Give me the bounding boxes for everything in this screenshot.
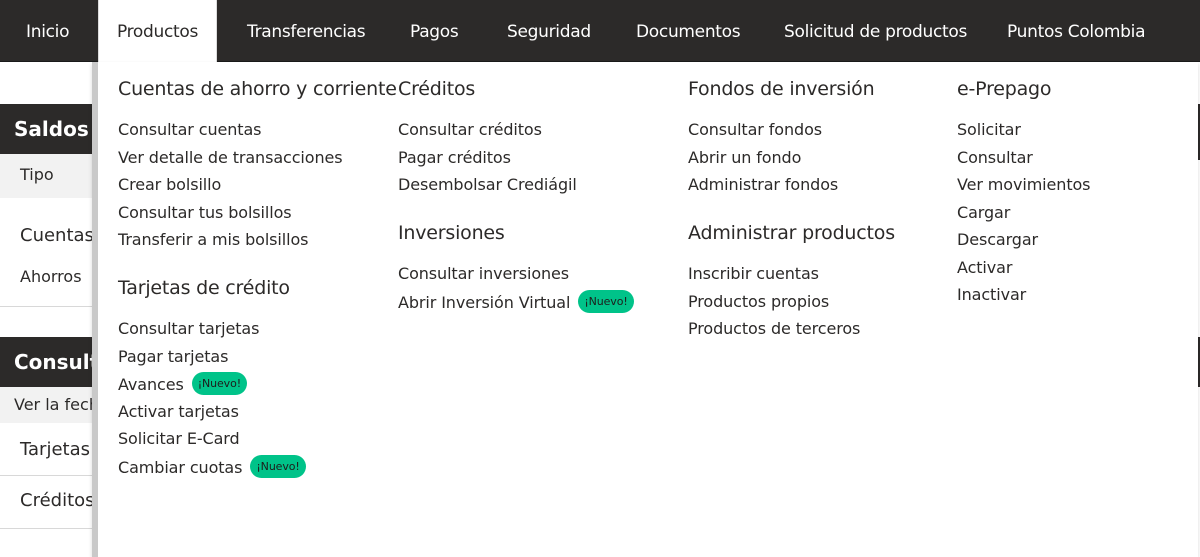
link-desembolsar-crediagil[interactable]: Desembolsar Crediágil — [398, 175, 577, 194]
nav-item-inicio[interactable]: Inicio — [26, 0, 69, 62]
tipo-column-header: Tipo — [20, 165, 54, 184]
nav-item-transferencias[interactable]: Transferencias — [247, 0, 366, 62]
link-ver-detalle-transacciones[interactable]: Ver detalle de transacciones — [118, 148, 343, 167]
link-consultar[interactable]: Consultar — [957, 148, 1033, 167]
fondos-heading: Fondos de inversión — [688, 78, 875, 100]
productos-dropdown-menu: Cuentas de ahorro y corriente Consultar … — [92, 62, 1198, 557]
link-abrir-fondo[interactable]: Abrir un fondo — [688, 148, 801, 167]
link-abrir-inversion-virtual-label: Abrir Inversión Virtual — [398, 293, 571, 312]
link-inscribir-cuentas[interactable]: Inscribir cuentas — [688, 264, 819, 283]
nuevo-badge: ¡Nuevo! — [250, 455, 306, 478]
cuentas-row-label: Cuentas — [20, 225, 94, 246]
cuentas-heading: Cuentas de ahorro y corriente — [118, 78, 397, 100]
link-ver-movimientos[interactable]: Ver movimientos — [957, 175, 1091, 194]
divider — [0, 528, 95, 529]
link-descargar[interactable]: Descargar — [957, 230, 1038, 249]
nuevo-badge: ¡Nuevo! — [578, 290, 634, 313]
link-avances-label: Avances — [118, 375, 184, 394]
link-cargar[interactable]: Cargar — [957, 203, 1010, 222]
tarjetas-row-label[interactable]: Tarjetas — [20, 439, 90, 460]
nav-item-seguridad[interactable]: Seguridad — [507, 0, 591, 62]
link-consultar-inversiones[interactable]: Consultar inversiones — [398, 264, 569, 283]
nav-item-solicitud-productos[interactable]: Solicitud de productos — [784, 0, 967, 62]
creditos-row-label[interactable]: Créditos — [20, 490, 95, 511]
link-consultar-bolsillos[interactable]: Consultar tus bolsillos — [118, 203, 292, 222]
link-cambiar-cuotas[interactable]: Cambiar cuotas ¡Nuevo! — [118, 455, 306, 480]
tarjetas-heading: Tarjetas de crédito — [118, 277, 290, 299]
creditos-heading: Créditos — [398, 78, 476, 100]
link-transferir-bolsillos[interactable]: Transferir a mis bolsillos — [118, 230, 308, 249]
link-consultar-fondos[interactable]: Consultar fondos — [688, 120, 822, 139]
consulta-section-title: Consulta — [0, 337, 113, 387]
link-solicitar[interactable]: Solicitar — [957, 120, 1021, 139]
link-pagar-creditos[interactable]: Pagar créditos — [398, 148, 511, 167]
link-activar[interactable]: Activar — [957, 258, 1012, 277]
nuevo-badge: ¡Nuevo! — [191, 372, 248, 395]
divider — [0, 475, 95, 476]
ahorros-row-label: Ahorros — [20, 267, 82, 286]
nav-item-documentos[interactable]: Documentos — [636, 0, 741, 62]
link-abrir-inversion-virtual[interactable]: Abrir Inversión Virtual ¡Nuevo! — [398, 290, 634, 315]
link-crear-bolsillo[interactable]: Crear bolsillo — [118, 175, 221, 194]
nav-item-pagos[interactable]: Pagos — [410, 0, 459, 62]
link-productos-propios[interactable]: Productos propios — [688, 292, 829, 311]
link-inactivar[interactable]: Inactivar — [957, 285, 1026, 304]
link-pagar-tarjetas[interactable]: Pagar tarjetas — [118, 347, 228, 366]
link-cambiar-cuotas-label: Cambiar cuotas — [118, 458, 243, 477]
link-consultar-cuentas[interactable]: Consultar cuentas — [118, 120, 262, 139]
link-consultar-creditos[interactable]: Consultar créditos — [398, 120, 542, 139]
link-solicitar-ecard[interactable]: Solicitar E-Card — [118, 429, 240, 448]
divider — [0, 306, 95, 307]
link-activar-tarjetas[interactable]: Activar tarjetas — [118, 402, 239, 421]
top-navigation: Inicio Productos Transferencias Pagos Se… — [0, 0, 1200, 62]
eprepago-heading: e-Prepago — [957, 78, 1052, 100]
saldos-section-title: Saldos po — [0, 104, 100, 191]
nav-item-puntos-colombia[interactable]: Puntos Colombia — [1007, 0, 1146, 62]
link-consultar-tarjetas[interactable]: Consultar tarjetas — [118, 319, 259, 338]
administrar-productos-heading: Administrar productos — [688, 222, 895, 244]
nav-item-productos[interactable]: Productos — [98, 0, 217, 62]
link-administrar-fondos[interactable]: Administrar fondos — [688, 175, 838, 194]
link-productos-terceros[interactable]: Productos de terceros — [688, 319, 860, 338]
link-avances[interactable]: Avances ¡Nuevo! — [118, 372, 248, 397]
inversiones-heading: Inversiones — [398, 222, 505, 244]
